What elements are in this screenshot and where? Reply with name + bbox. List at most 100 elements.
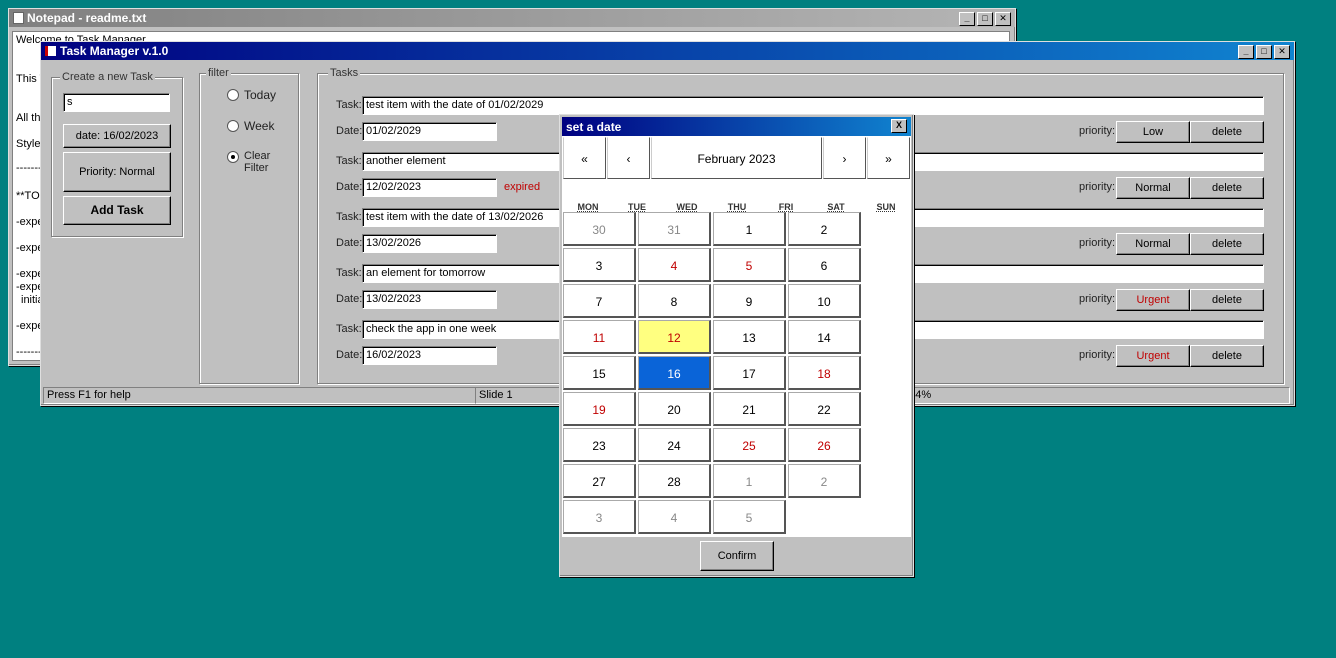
task-delete-button[interactable]: delete (1190, 345, 1264, 367)
day-cell[interactable]: 24 (638, 428, 711, 462)
radio-icon (227, 120, 239, 132)
day-cell[interactable]: 2 (788, 212, 861, 246)
day-cell[interactable]: 5 (713, 248, 786, 282)
day-cell[interactable]: 20 (638, 392, 711, 426)
day-cell[interactable]: 18 (788, 356, 861, 390)
next-month-button[interactable]: › (823, 137, 866, 179)
filter-legend: filter (206, 67, 231, 79)
task-priority-button[interactable]: Low (1116, 121, 1190, 143)
day-cell-selected[interactable]: 16 (638, 356, 711, 390)
add-task-button[interactable]: Add Task (63, 196, 171, 225)
date-label: Date: (336, 293, 363, 305)
task-date-field[interactable]: 13/02/2023 (362, 290, 497, 309)
task-date-field[interactable]: 13/02/2026 (362, 234, 497, 253)
filter-clear-radio[interactable]: Clear Filter (227, 150, 274, 174)
filter-today-radio[interactable]: Today (227, 88, 276, 102)
notepad-line: ------- (16, 346, 42, 358)
weekday-header: TUE (628, 202, 646, 212)
radio-checked-icon (227, 151, 239, 163)
day-cell[interactable]: 31 (638, 212, 711, 246)
day-cell[interactable]: 9 (713, 284, 786, 318)
close-button[interactable]: X (891, 119, 907, 133)
minimize-button[interactable]: _ (959, 12, 975, 26)
notepad-titlebar[interactable]: Notepad - readme.txt (9, 9, 1015, 27)
day-cell[interactable]: 22 (788, 392, 861, 426)
taskmanager-titlebar[interactable]: Task Manager v.1.0 (41, 42, 1294, 60)
day-cell[interactable]: 28 (638, 464, 711, 498)
day-cell[interactable]: 4 (638, 500, 711, 534)
task-delete-button[interactable]: delete (1190, 233, 1264, 255)
close-button[interactable]: ✕ (995, 12, 1011, 26)
task-date-field[interactable]: 01/02/2029 (362, 122, 497, 141)
task-text-field[interactable]: test item with the date of 01/02/2029 (362, 96, 1264, 115)
day-cell[interactable]: 15 (563, 356, 636, 390)
day-cell[interactable]: 13 (713, 320, 786, 354)
date-label: Date: (336, 237, 363, 249)
weekday-header: THU (727, 202, 747, 212)
day-cell[interactable]: 6 (788, 248, 861, 282)
day-cell[interactable]: 25 (713, 428, 786, 462)
day-cell[interactable]: 17 (713, 356, 786, 390)
day-cell[interactable]: 3 (563, 500, 636, 534)
task-priority-button[interactable]: Urgent (1116, 289, 1190, 311)
status-zoom: : 14% (899, 387, 1290, 404)
task-delete-button[interactable]: delete (1190, 121, 1264, 143)
prev-year-button[interactable]: « (563, 137, 606, 179)
notepad-line: ------- (16, 162, 42, 174)
priority-label: priority: (1079, 181, 1116, 193)
day-cell[interactable]: 4 (638, 248, 711, 282)
task-date-field[interactable]: 16/02/2023 (362, 346, 497, 365)
day-cell[interactable]: 11 (563, 320, 636, 354)
day-cell[interactable]: 8 (638, 284, 711, 318)
close-button[interactable]: ✕ (1274, 45, 1290, 59)
create-task-legend: Create a new Task (60, 71, 155, 83)
day-cell[interactable]: 19 (563, 392, 636, 426)
filter-week-label: Week (244, 119, 275, 133)
filter-clear-label: Clear Filter (244, 150, 271, 174)
new-task-input[interactable]: s (63, 93, 170, 112)
day-cell[interactable]: 21 (713, 392, 786, 426)
day-cell[interactable]: 27 (563, 464, 636, 498)
date-picker-titlebar[interactable]: set a date (562, 117, 911, 136)
day-cell-today[interactable]: 12 (638, 320, 711, 354)
day-cell[interactable]: 14 (788, 320, 861, 354)
priority-button[interactable]: Priority: Normal (63, 152, 171, 192)
weekday-header: SAT (827, 202, 845, 212)
taskmanager-title: Task Manager v.1.0 (60, 44, 169, 58)
notepad-line: All th (16, 112, 41, 124)
day-cell[interactable]: 7 (563, 284, 636, 318)
priority-label: priority: (1079, 125, 1116, 137)
minimize-button[interactable]: _ (1238, 45, 1254, 59)
task-delete-button[interactable]: delete (1190, 289, 1264, 311)
task-priority-button[interactable]: Urgent (1116, 345, 1190, 367)
day-cell[interactable]: 1 (713, 464, 786, 498)
task-label: Task: (336, 267, 362, 279)
task-delete-button[interactable]: delete (1190, 177, 1264, 199)
task-priority-button[interactable]: Normal (1116, 177, 1190, 199)
day-cell[interactable]: 23 (563, 428, 636, 462)
day-cell[interactable]: 1 (713, 212, 786, 246)
prev-month-button[interactable]: ‹ (607, 137, 650, 179)
date-label: Date: (336, 181, 363, 193)
day-cell[interactable]: 30 (563, 212, 636, 246)
priority-label: priority: (1079, 349, 1116, 361)
day-cell[interactable]: 26 (788, 428, 861, 462)
next-year-button[interactable]: » (867, 137, 910, 179)
maximize-button[interactable]: □ (977, 12, 993, 26)
task-priority-button[interactable]: Normal (1116, 233, 1190, 255)
task-date-field[interactable]: 12/02/2023 (362, 178, 497, 197)
day-cell[interactable]: 5 (713, 500, 786, 534)
task-label: Task: (336, 323, 362, 335)
day-cell[interactable]: 3 (563, 248, 636, 282)
status-help: Press F1 for help (43, 387, 476, 404)
notepad-icon (13, 12, 24, 24)
weekday-header: WED (676, 202, 698, 212)
maximize-button[interactable]: □ (1256, 45, 1272, 59)
date-label: Date: (336, 349, 363, 361)
day-cell[interactable]: 2 (788, 464, 861, 498)
radio-icon (227, 89, 239, 101)
date-button[interactable]: date: 16/02/2023 (63, 124, 171, 148)
confirm-button[interactable]: Confirm (700, 541, 774, 571)
filter-week-radio[interactable]: Week (227, 119, 274, 133)
day-cell[interactable]: 10 (788, 284, 861, 318)
